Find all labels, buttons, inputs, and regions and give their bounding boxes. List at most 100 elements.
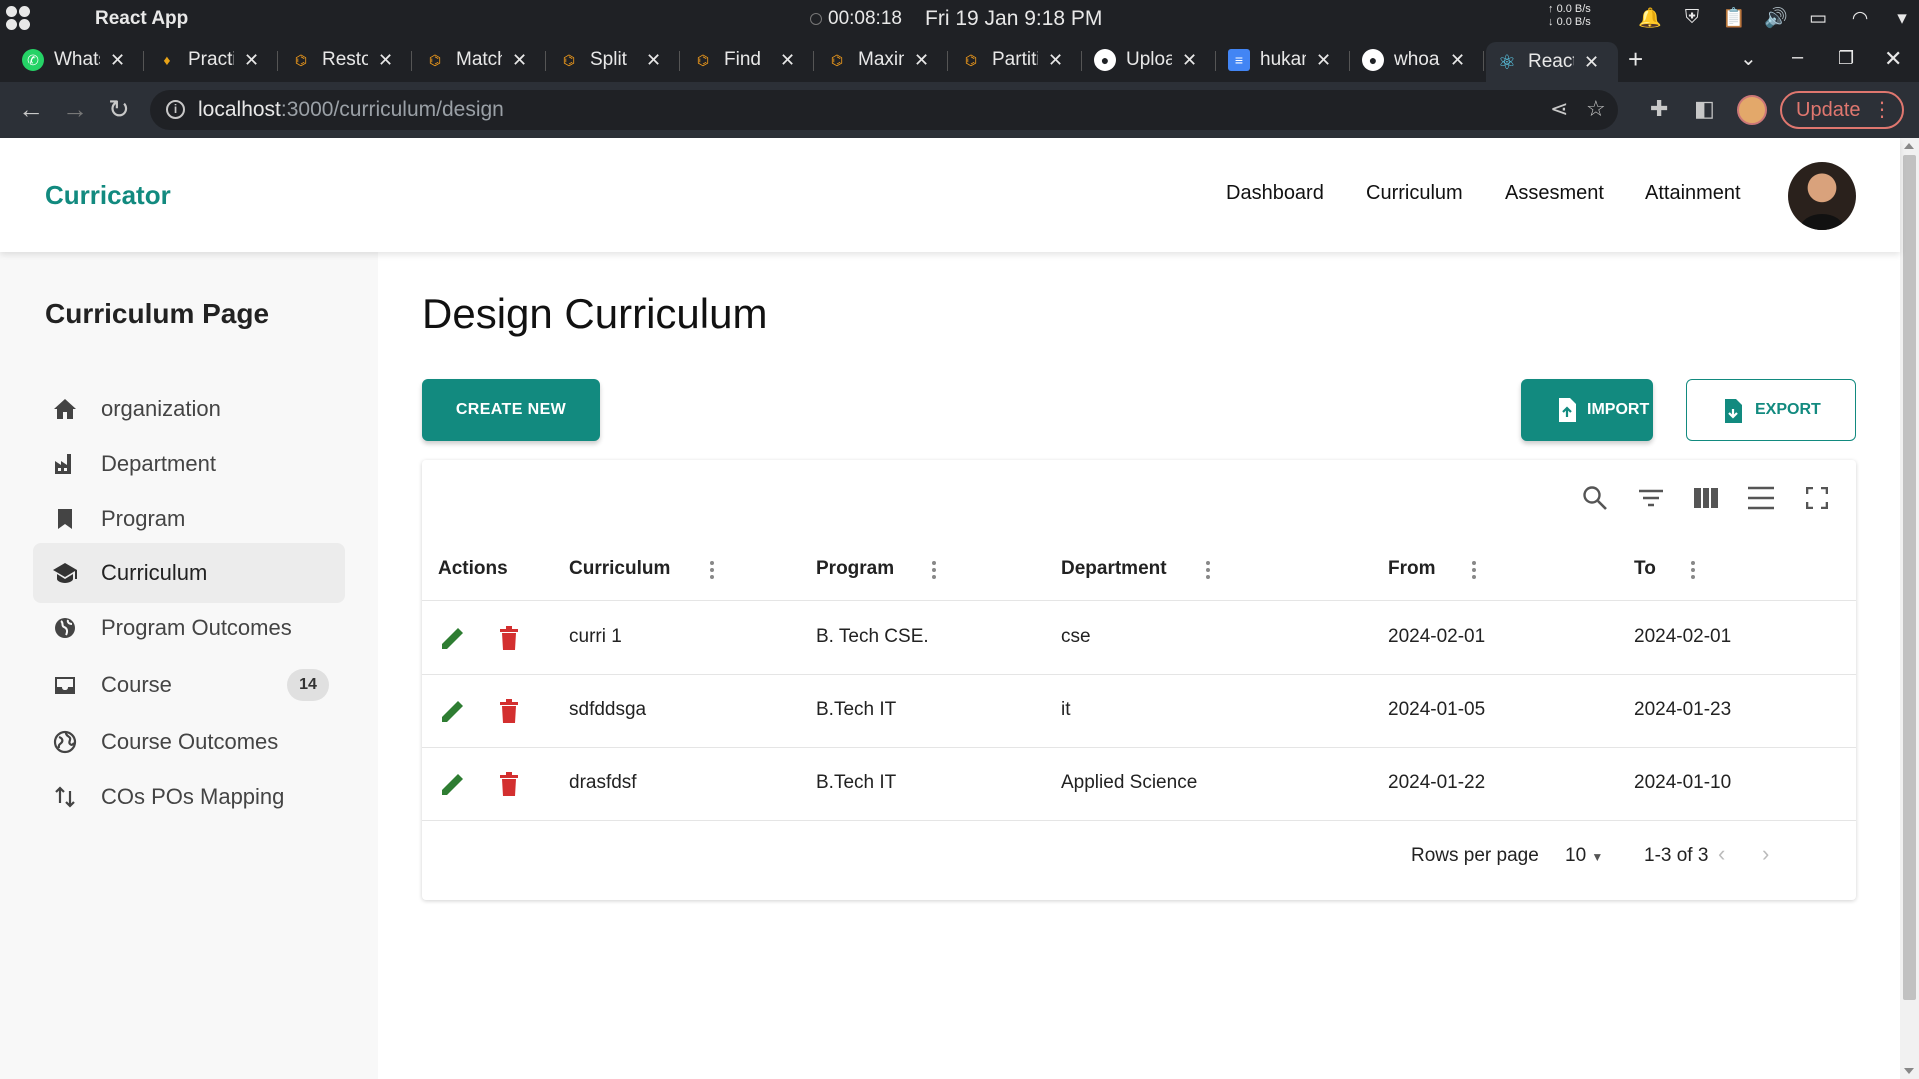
vpn-shield-icon[interactable]: ⛨: [1678, 5, 1706, 31]
browser-tab[interactable]: ⌬ Split ✕: [548, 42, 680, 78]
delete-trash-icon[interactable]: [494, 769, 524, 799]
minimize-icon[interactable]: –: [1792, 46, 1803, 69]
bookmark-star-icon[interactable]: ☆: [1586, 96, 1606, 122]
browser-tab[interactable]: ● Upload ✕: [1084, 42, 1216, 78]
edit-pencil-icon[interactable]: [438, 769, 468, 799]
forward-arrow-icon[interactable]: →: [62, 94, 88, 125]
clipboard-icon[interactable]: 📋: [1720, 5, 1748, 31]
rows-per-page-select[interactable]: 10 ▼: [1565, 845, 1603, 867]
column-header-department[interactable]: Department: [1061, 558, 1167, 580]
nav-link-attainment[interactable]: Attainment: [1645, 182, 1741, 205]
tab-close-icon[interactable]: ✕: [780, 50, 795, 71]
tab-close-icon[interactable]: ✕: [914, 50, 929, 71]
browser-tab[interactable]: ≡ hukam ✕: [1218, 42, 1350, 78]
system-clock[interactable]: Fri 19 Jan 9:18 PM: [925, 7, 1102, 31]
browser-tab[interactable]: ⌬ Find ✕: [682, 42, 814, 78]
export-button[interactable]: EXPORT: [1686, 379, 1856, 441]
back-arrow-icon[interactable]: ←: [18, 94, 44, 125]
volume-icon[interactable]: 🔊: [1762, 5, 1790, 31]
nav-link-dashboard[interactable]: Dashboard: [1226, 182, 1324, 205]
url-text[interactable]: localhost:3000/curriculum/design: [198, 98, 504, 122]
battery-icon[interactable]: ▭: [1804, 5, 1832, 31]
tab-close-icon[interactable]: ✕: [244, 50, 259, 71]
sidebar-item-program[interactable]: Program: [33, 489, 345, 549]
scroll-down-arrow-icon[interactable]: [1904, 1068, 1914, 1074]
reload-icon[interactable]: ↻: [108, 94, 130, 125]
browser-tab[interactable]: ● whoami ✕: [1352, 42, 1484, 78]
page-scrollbar-thumb[interactable]: [1903, 155, 1916, 1000]
app-grid-icon[interactable]: [4, 5, 32, 31]
new-tab-plus-icon[interactable]: +: [1628, 44, 1643, 75]
sidebar-item-organization[interactable]: organization: [33, 379, 345, 439]
density-icon[interactable]: [1745, 482, 1777, 514]
sidebar-item-course[interactable]: Course 14: [33, 655, 345, 715]
chrome-menu-icon[interactable]: ⋮: [1872, 93, 1892, 127]
site-info-icon[interactable]: i: [166, 100, 185, 119]
column-menu-icon[interactable]: [710, 561, 716, 581]
prev-page-chevron-icon[interactable]: ‹: [1718, 841, 1725, 867]
column-header-from[interactable]: From: [1388, 558, 1436, 580]
tab-close-icon[interactable]: ✕: [1584, 52, 1599, 73]
sidebar-item-department[interactable]: Department: [33, 434, 345, 494]
nav-link-assesment[interactable]: Assesment: [1505, 182, 1604, 205]
user-avatar[interactable]: [1788, 162, 1856, 230]
tab-title: Practice: [188, 49, 234, 70]
filter-list-icon[interactable]: [1635, 482, 1667, 514]
tab-close-icon[interactable]: ✕: [1450, 50, 1465, 71]
import-button[interactable]: IMPORT: [1521, 379, 1653, 441]
column-header-program[interactable]: Program: [816, 558, 894, 580]
browser-profile-avatar[interactable]: [1737, 95, 1767, 125]
delete-trash-icon[interactable]: [494, 623, 524, 653]
search-icon[interactable]: [1579, 482, 1611, 514]
column-menu-icon[interactable]: [1472, 561, 1478, 581]
row-divider: [422, 674, 1856, 675]
brand-logo[interactable]: Curricator: [45, 180, 171, 211]
tab-close-icon[interactable]: ✕: [512, 50, 527, 71]
extensions-puzzle-icon[interactable]: ✚: [1650, 96, 1668, 122]
delete-trash-icon[interactable]: [494, 696, 524, 726]
fullscreen-icon[interactable]: [1801, 482, 1833, 514]
close-window-icon[interactable]: ✕: [1884, 46, 1902, 72]
create-new-button[interactable]: CREATE NEW: [422, 379, 600, 441]
nav-link-curriculum[interactable]: Curriculum: [1366, 182, 1463, 205]
view-column-icon[interactable]: [1690, 482, 1722, 514]
notification-bell-icon[interactable]: 🔔: [1636, 5, 1664, 31]
browser-tab[interactable]: ⌬ Partition ✕: [950, 42, 1082, 78]
edit-pencil-icon[interactable]: [438, 696, 468, 726]
column-header-to[interactable]: To: [1634, 558, 1656, 580]
tab-close-icon[interactable]: ✕: [1316, 50, 1331, 71]
tab-close-icon[interactable]: ✕: [1182, 50, 1197, 71]
browser-tab[interactable]: ✆ WhatsApp ✕: [12, 42, 144, 78]
power-menu-icon[interactable]: ▾: [1888, 5, 1916, 31]
address-bar[interactable]: i localhost:3000/curriculum/design ⋖ ☆: [150, 90, 1618, 130]
tab-close-icon[interactable]: ✕: [646, 50, 661, 71]
tab-close-icon[interactable]: ✕: [378, 50, 393, 71]
update-label: Update: [1796, 99, 1861, 121]
side-panel-icon[interactable]: ◧: [1694, 96, 1715, 122]
browser-tab[interactable]: ♦ Practice ✕: [146, 42, 278, 78]
next-page-chevron-icon[interactable]: ›: [1762, 841, 1769, 867]
sidebar-item-cos-pos-mapping[interactable]: COs POs Mapping: [33, 767, 345, 827]
tab-close-icon[interactable]: ✕: [1048, 50, 1063, 71]
column-header-curriculum[interactable]: Curriculum: [569, 558, 670, 580]
browser-tab[interactable]: ⌬ Match ✕: [414, 42, 546, 78]
column-menu-icon[interactable]: [1691, 561, 1697, 581]
tab-search-chevron-icon[interactable]: ⌄: [1740, 46, 1757, 71]
share-icon[interactable]: ⋖: [1550, 96, 1568, 122]
sidebar-item-curriculum[interactable]: Curriculum: [33, 543, 345, 603]
import-label: IMPORT: [1587, 401, 1650, 418]
sidebar-item-course-outcomes[interactable]: Course Outcomes: [33, 712, 345, 772]
update-button[interactable]: Update ⋮: [1780, 91, 1904, 129]
tab-close-icon[interactable]: ✕: [110, 50, 125, 71]
restore-window-icon[interactable]: ❐: [1838, 48, 1854, 69]
column-menu-icon[interactable]: [1206, 561, 1212, 581]
browser-tab[interactable]: ⌬ Restore ✕: [280, 42, 412, 78]
scroll-up-arrow-icon[interactable]: [1904, 143, 1914, 149]
browser-tab[interactable]: ⚛ React App ✕: [1486, 42, 1618, 82]
tab-title: Match: [456, 49, 502, 70]
edit-pencil-icon[interactable]: [438, 623, 468, 653]
column-menu-icon[interactable]: [932, 561, 938, 581]
sidebar-item-program-outcomes[interactable]: Program Outcomes: [33, 598, 345, 658]
wifi-icon[interactable]: ◠: [1846, 5, 1874, 31]
browser-tab[interactable]: ⌬ Maximum ✕: [816, 42, 948, 78]
